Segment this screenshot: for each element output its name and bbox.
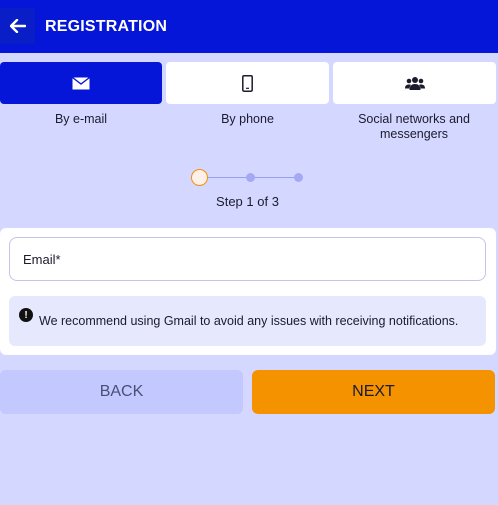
- step-dot-2: [246, 173, 255, 182]
- smartphone-icon: [242, 74, 253, 92]
- back-arrow-button[interactable]: [0, 8, 35, 44]
- email-field[interactable]: Email*: [9, 237, 486, 281]
- tab-label-email: By e-mail: [54, 112, 108, 126]
- step-counter-text: Step 1 of 3: [216, 194, 279, 209]
- gmail-notice: ! We recommend using Gmail to avoid any …: [9, 296, 486, 346]
- next-button[interactable]: NEXT: [252, 370, 495, 414]
- step-dot-3: [294, 173, 303, 182]
- tab-label-social: Social networks and messengers: [358, 112, 470, 141]
- registration-form-card: Email* ! We recommend using Gmail to avo…: [0, 228, 496, 355]
- step-dot-current: [191, 169, 208, 186]
- exclamation-icon: !: [19, 308, 33, 322]
- tab-by-phone[interactable]: [166, 62, 329, 104]
- app-header: REGISTRATION: [0, 0, 498, 53]
- page-title: REGISTRATION: [45, 17, 168, 35]
- arrow-left-icon: [9, 19, 26, 33]
- tab-by-email[interactable]: [0, 62, 162, 104]
- users-icon: [404, 77, 425, 90]
- step-indicator: Step 1 of 3: [0, 168, 498, 212]
- tab-label-phone: By phone: [221, 112, 274, 126]
- notice-text: We recommend using Gmail to avoid any is…: [39, 313, 459, 328]
- tab-social-networks[interactable]: [333, 62, 496, 104]
- envelope-icon: [72, 76, 90, 89]
- registration-method-tabs: By e-mail By phone Social networks and m…: [0, 62, 498, 152]
- email-field-placeholder: Email*: [23, 251, 61, 267]
- back-button[interactable]: BACK: [0, 370, 243, 414]
